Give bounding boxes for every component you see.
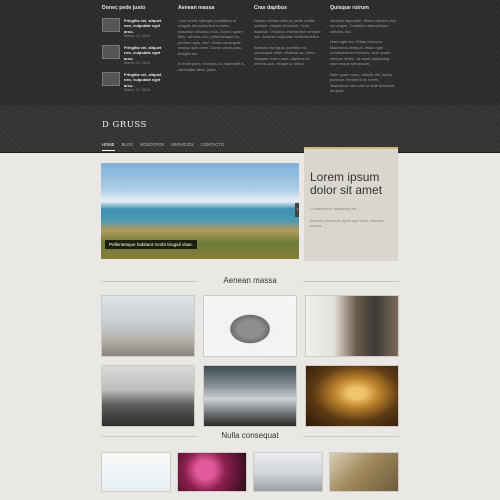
- portfolio-image[interactable]: [329, 452, 399, 492]
- site-header: [0, 105, 500, 153]
- widget-title: Cras dapibus: [254, 5, 287, 11]
- portfolio-image[interactable]: [305, 365, 399, 427]
- main-nav: HOME BLOG NOSOTROS SERVICIOS CONTACTO: [102, 142, 224, 151]
- portfolio-image[interactable]: [101, 452, 171, 492]
- post-thumbnail[interactable]: [102, 17, 120, 32]
- widget-title: Donec pede justo: [102, 5, 146, 11]
- post-date: Marzo 12, 2014: [124, 34, 151, 38]
- widget-text: Cum sociis natoque penatibus et magnis d…: [178, 17, 243, 56]
- widget-title: Quisque rutrum: [330, 5, 369, 11]
- portfolio-grid: [101, 295, 399, 427]
- portfolio-image[interactable]: [101, 365, 195, 427]
- post-date: Marzo 12, 2014: [124, 88, 151, 92]
- portfolio-image[interactable]: [101, 295, 195, 357]
- post-title[interactable]: Fringilla vel, aliquet nec, vulputate eg…: [124, 45, 170, 62]
- nav-blog[interactable]: BLOG: [122, 142, 134, 151]
- post-item[interactable]: Fringilla vel, aliquet nec, vulputate eg…: [102, 44, 170, 67]
- widget-title: Aenean massa: [178, 5, 215, 11]
- widget-recent-posts: Donec pede justo Fringilla vel, aliquet …: [102, 5, 170, 99]
- portfolio-image[interactable]: [203, 295, 297, 357]
- site-logo[interactable]: D GRUSS: [102, 120, 147, 130]
- portfolio-image[interactable]: [203, 365, 297, 427]
- widget-text: Aenean leo ligula, porttitor eu, consequ…: [254, 44, 316, 67]
- hero-text-panel: Lorem ipsum dolor sit amet Consectetuer …: [304, 147, 398, 261]
- post-thumbnail[interactable]: [102, 71, 120, 86]
- portfolio-image[interactable]: [305, 295, 399, 357]
- widget-text: Aenean imperdiet. Etiam ultricies nisi v…: [330, 17, 396, 34]
- section-title: Aenean massa: [101, 276, 399, 285]
- widget-text-2: Cras dapibus Nullam dictum felis eu pede…: [254, 5, 322, 72]
- hero-heading: Lorem ipsum dolor sit amet: [310, 170, 383, 197]
- post-thumbnail[interactable]: [102, 44, 120, 59]
- nav-home[interactable]: HOME: [102, 142, 115, 151]
- widget-text: Nam eget dui. Etiam rhoncus. Maecenas te…: [330, 39, 391, 66]
- post-title[interactable]: Fringilla vel, aliquet nec, vulputate eg…: [124, 18, 170, 35]
- slide-caption: Pellentesque habitant morbi tirugali vit…: [105, 240, 198, 249]
- portfolio-grid-2: [101, 452, 399, 492]
- widget-text: Nam quam nunc, blandit vel, luctus pulvi…: [330, 71, 395, 94]
- nav-nosotros[interactable]: NOSOTROS: [140, 142, 164, 151]
- section-title: Nulla consequat: [101, 431, 399, 440]
- slider-next-arrow-icon[interactable]: ›: [295, 203, 299, 217]
- hero-slider[interactable]: Pellentesque habitant morbi tirugali vit…: [101, 163, 299, 259]
- portfolio-image[interactable]: [177, 452, 247, 492]
- nav-servicios[interactable]: SERVICIOS: [171, 142, 194, 151]
- post-title[interactable]: Fringilla vel, aliquet nec, vulputate eg…: [124, 72, 170, 89]
- widget-text-1: Aenean massa Cum sociis natoque penatibu…: [178, 5, 246, 77]
- portfolio-image[interactable]: [253, 452, 323, 492]
- hero-description: Aenean commodo ligula eget dolor. Aenean…: [310, 219, 384, 228]
- post-date: Marzo 12, 2014: [124, 61, 151, 65]
- widget-text: Nullam dictum felis eu pede mollis preti…: [254, 17, 321, 40]
- post-item[interactable]: Fringilla vel, aliquet nec, vulputate eg…: [102, 71, 170, 94]
- widget-text: In enim justo, rhoncus ut, imperdiet a, …: [178, 61, 245, 72]
- nav-contacto[interactable]: CONTACTO: [201, 142, 224, 151]
- widget-text-3: Quisque rutrum Aenean imperdiet. Etiam u…: [330, 5, 398, 99]
- post-item[interactable]: Fringilla vel, aliquet nec, vulputate eg…: [102, 17, 170, 40]
- hero-subheading: Consectetuer adipiscing elit: [310, 207, 357, 211]
- footer-widgets-band: [0, 0, 500, 105]
